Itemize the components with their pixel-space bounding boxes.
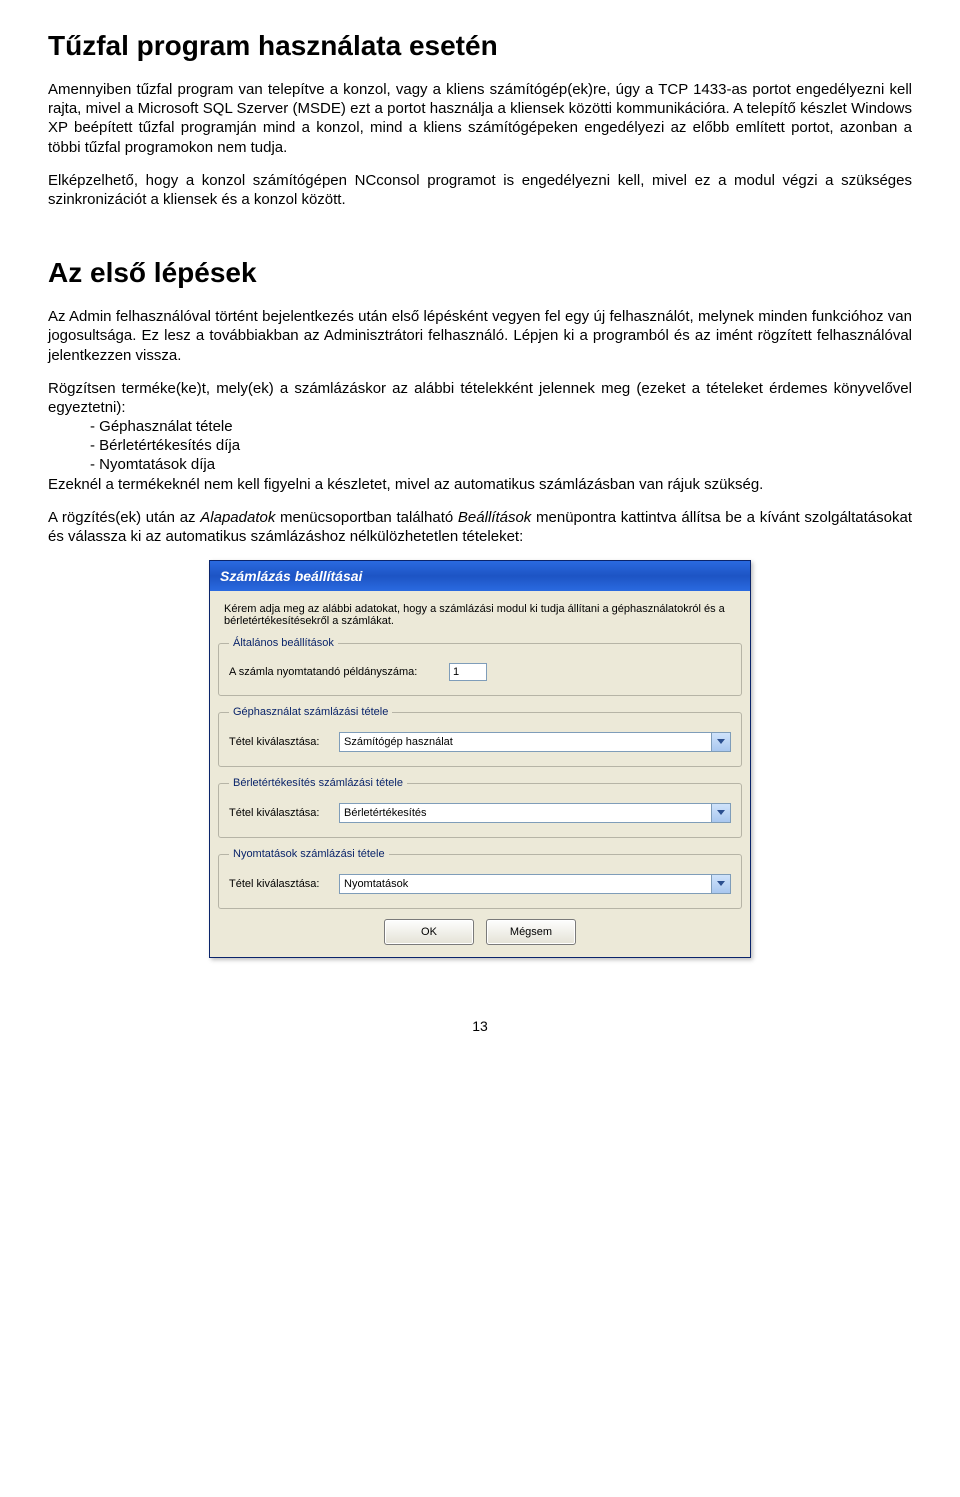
group-pass-sale-item: Bérletértékesítés számlázási tétele Téte… xyxy=(218,777,742,838)
heading-firewall: Tűzfal program használata esetén xyxy=(48,30,912,62)
dialog-titlebar: Számlázás beállításai xyxy=(210,561,750,591)
paragraph: A rögzítés(ek) után az Alapadatok menücs… xyxy=(48,508,912,546)
list-item: Bérletértékesítés díja xyxy=(90,436,912,455)
paragraph: Ezeknél a termékeknél nem kell figyelni … xyxy=(48,475,912,494)
cancel-button[interactable]: Mégsem xyxy=(486,919,576,945)
paragraph: Az Admin felhasználóval történt bejelent… xyxy=(48,307,912,365)
label-select: Tétel kiválasztása: xyxy=(229,878,339,890)
select-pass-sale[interactable]: Bérletértékesítés xyxy=(339,803,731,823)
page-number: 13 xyxy=(0,1008,960,1052)
text-italic: Alapadatok xyxy=(200,509,275,526)
select-machine-use[interactable]: Számítógép használat xyxy=(339,732,731,752)
text: menücsoportban található xyxy=(275,509,458,526)
chevron-down-icon xyxy=(711,875,730,893)
group-machine-use-item: Géphasználat számlázási tétele Tétel kiv… xyxy=(218,706,742,767)
paragraph: Amennyiben tűzfal program van telepítve … xyxy=(48,80,912,157)
text: A rögzítés(ek) után az xyxy=(48,509,200,526)
list-item: Nyomtatások díja xyxy=(90,455,912,474)
group-printing-item: Nyomtatások számlázási tétele Tétel kivá… xyxy=(218,848,742,909)
ok-button[interactable]: OK xyxy=(384,919,474,945)
group-legend: Nyomtatások számlázási tétele xyxy=(229,848,389,860)
copies-input[interactable] xyxy=(449,663,487,681)
label-copies: A számla nyomtatandó példányszáma: xyxy=(229,666,449,678)
row-copies: A számla nyomtatandó példányszáma: xyxy=(229,663,731,681)
paragraph: Rögzítsen terméke(ke)t, mely(ek) a száml… xyxy=(48,379,912,417)
chevron-down-icon xyxy=(711,733,730,751)
dialog-intro-text: Kérem adja meg az alábbi adatokat, hogy … xyxy=(218,599,742,637)
group-legend: Géphasználat számlázási tétele xyxy=(229,706,392,718)
dialog-figure: Számlázás beállításai Kérem adja meg az … xyxy=(48,560,912,958)
group-legend: Bérletértékesítés számlázási tétele xyxy=(229,777,407,789)
dialog-button-row: OK Mégsem xyxy=(218,919,742,945)
row-select-print: Tétel kiválasztása: Nyomtatások xyxy=(229,874,731,894)
chevron-down-icon xyxy=(711,804,730,822)
select-value: Számítógép használat xyxy=(344,736,453,748)
billing-settings-dialog: Számlázás beállításai Kérem adja meg az … xyxy=(209,560,751,958)
text-italic: Beállítások xyxy=(458,509,531,526)
select-printing[interactable]: Nyomtatások xyxy=(339,874,731,894)
label-select: Tétel kiválasztása: xyxy=(229,736,339,748)
list-item: Géphasználat tétele xyxy=(90,417,912,436)
group-general-settings: Általános beállítások A számla nyomtatan… xyxy=(218,637,742,696)
paragraph: Elképzelhető, hogy a konzol számítógépen… xyxy=(48,171,912,209)
label-select: Tétel kiválasztása: xyxy=(229,807,339,819)
group-legend: Általános beállítások xyxy=(229,637,338,649)
dialog-body: Kérem adja meg az alábbi adatokat, hogy … xyxy=(210,591,750,957)
row-select-pass: Tétel kiválasztása: Bérletértékesítés xyxy=(229,803,731,823)
row-select-machine: Tétel kiválasztása: Számítógép használat xyxy=(229,732,731,752)
bullet-list: Géphasználat tétele Bérletértékesítés dí… xyxy=(48,417,912,475)
select-value: Nyomtatások xyxy=(344,878,408,890)
select-value: Bérletértékesítés xyxy=(344,807,427,819)
heading-first-steps: Az első lépések xyxy=(48,257,912,289)
document-page: Tűzfal program használata esetén Amennyi… xyxy=(0,0,960,1008)
